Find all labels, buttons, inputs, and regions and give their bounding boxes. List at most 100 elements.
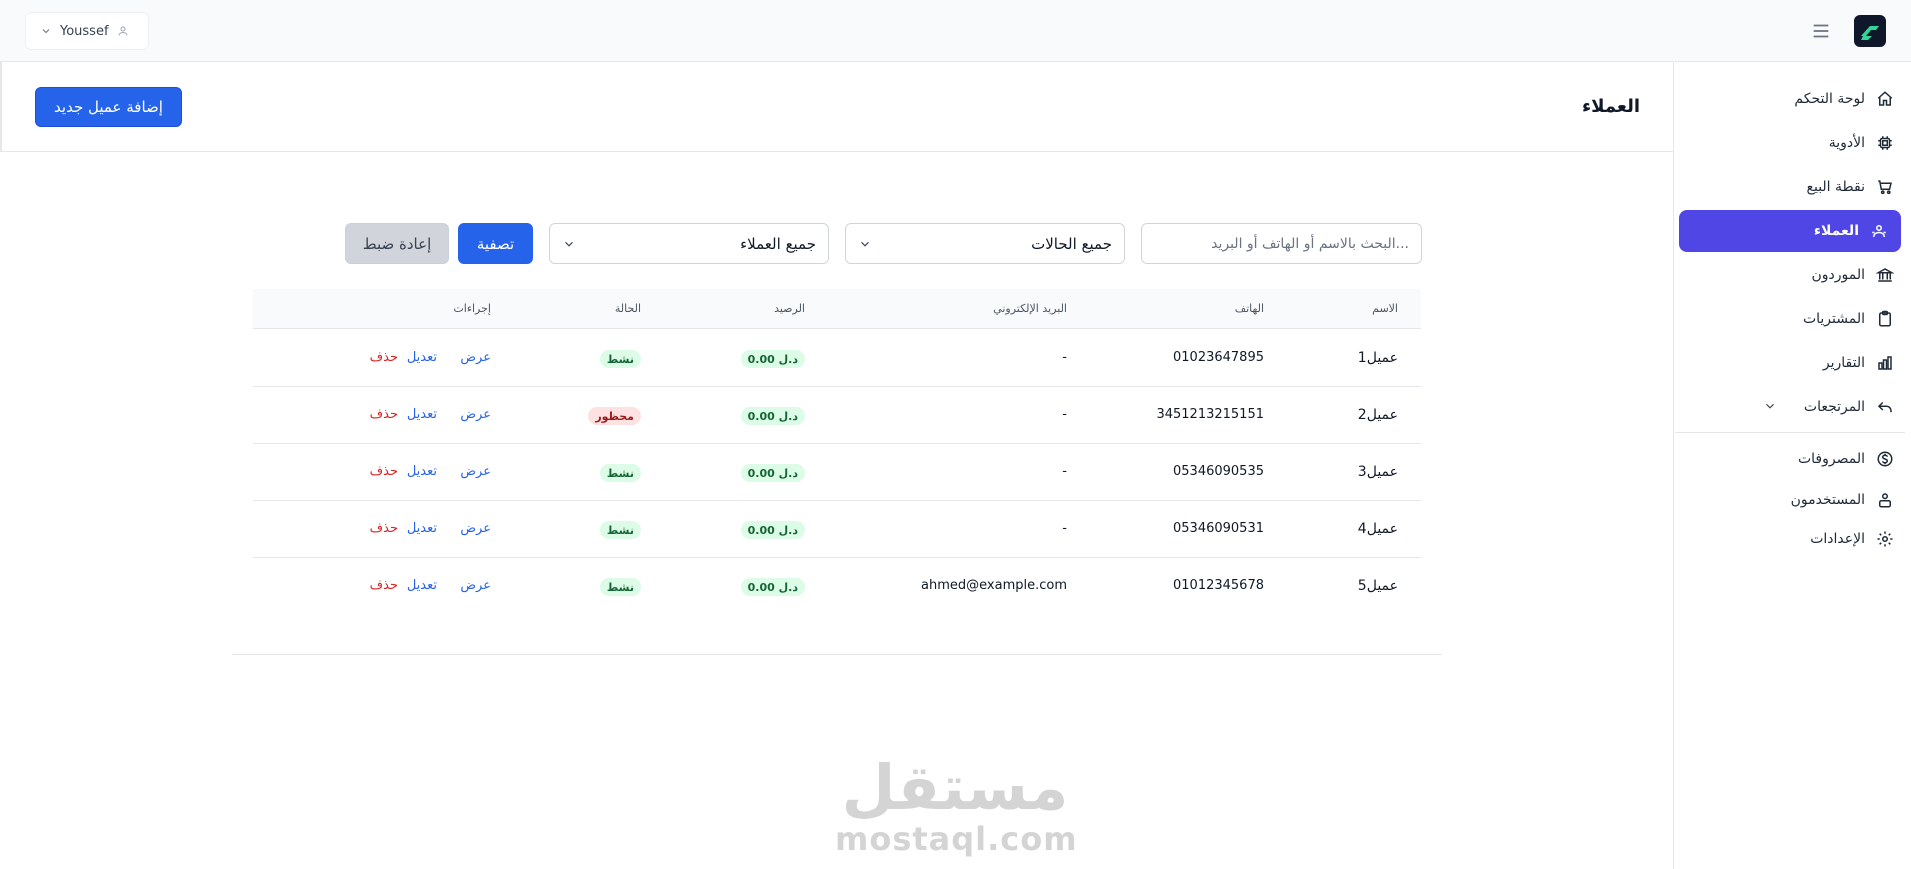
search-input[interactable]: البحث بالاسم أو الهاتف أو البريد... bbox=[1141, 223, 1422, 264]
view-link[interactable]: عرض bbox=[460, 407, 491, 422]
table-row: عميل1 01023647895 - 0.00 د.ل نشط عرض تعد… bbox=[253, 330, 1421, 387]
table-row: عميل3 05346090535 - 0.00 د.ل نشط عرض تعد… bbox=[253, 444, 1421, 501]
sidebar-item-pos[interactable]: نقطة البيع bbox=[1673, 166, 1895, 208]
view-link[interactable]: عرض bbox=[460, 578, 491, 593]
view-link[interactable]: عرض bbox=[460, 464, 491, 479]
undo-icon bbox=[1875, 397, 1895, 417]
view-link[interactable]: عرض bbox=[460, 521, 491, 536]
sidebar-item-medicines[interactable]: الأدوية bbox=[1673, 122, 1895, 164]
customer-phone: 05346090535 bbox=[1173, 464, 1264, 479]
column-header-email: البريد الإلكتروني bbox=[993, 302, 1067, 315]
customer-phone: 05346090531 bbox=[1173, 521, 1264, 536]
edit-link[interactable]: تعديل bbox=[407, 464, 437, 479]
sidebar-item-users[interactable]: المستخدمون bbox=[1673, 479, 1895, 521]
watermark-english: mostaql.com bbox=[835, 820, 1078, 858]
status-badge: محظور bbox=[588, 407, 641, 425]
customer-phone: 01023647895 bbox=[1173, 350, 1264, 365]
customer-email: - bbox=[1062, 464, 1067, 479]
balance-badge: 0.00 د.ل bbox=[740, 578, 805, 596]
sidebar-item-label: المرتجعات bbox=[1803, 399, 1865, 415]
sidebar-item-reports[interactable]: التقارير bbox=[1673, 342, 1895, 384]
status-badge: نشط bbox=[599, 350, 641, 368]
sidebar-item-settings[interactable]: الإعدادات bbox=[1673, 518, 1895, 560]
sidebar-item-expenses[interactable]: المصروفات bbox=[1673, 438, 1895, 480]
sidebar-item-label: المستخدمون bbox=[1790, 492, 1865, 508]
watermark-arabic: مستقل bbox=[841, 751, 1069, 824]
chevron-down-icon bbox=[861, 241, 869, 247]
status-badge: نشط bbox=[599, 578, 641, 596]
sidebar-item-label: نقطة البيع bbox=[1806, 179, 1865, 195]
customer-name: عميل5 bbox=[1357, 578, 1398, 594]
balance-badge: 0.00 د.ل bbox=[740, 521, 805, 539]
status-select[interactable]: جميع الحالات bbox=[845, 223, 1125, 264]
delete-link[interactable]: حذف bbox=[370, 521, 398, 536]
customer-phone: 01012345678 bbox=[1173, 578, 1264, 593]
customer-email: ahmed@example.com bbox=[921, 578, 1067, 593]
customer-name: عميل1 bbox=[1357, 350, 1398, 366]
app-logo[interactable] bbox=[1854, 15, 1886, 47]
home-icon bbox=[1875, 89, 1895, 109]
sidebar-item-label: المصروفات bbox=[1797, 451, 1865, 467]
customer-type-select[interactable]: جميع العملاء bbox=[549, 223, 829, 264]
filter-button[interactable]: تصفية bbox=[458, 223, 533, 264]
status-select-value: جميع الحالات bbox=[1031, 234, 1112, 253]
user-menu-button[interactable]: Youssef bbox=[25, 12, 149, 50]
table-row: عميل4 05346090531 - 0.00 د.ل نشط عرض تعد… bbox=[253, 501, 1421, 558]
sidebar-item-label: العملاء bbox=[1813, 223, 1859, 239]
bank-icon bbox=[1875, 265, 1895, 285]
delete-link[interactable]: حذف bbox=[370, 464, 398, 479]
column-header-status: الحالة bbox=[614, 302, 641, 315]
customer-email: - bbox=[1062, 521, 1067, 536]
view-link[interactable]: عرض bbox=[460, 350, 491, 365]
edit-link[interactable]: تعديل bbox=[407, 521, 437, 536]
chevron-down-icon[interactable] bbox=[1763, 399, 1777, 413]
delete-link[interactable]: حذف bbox=[370, 350, 398, 365]
cart-icon bbox=[1875, 177, 1895, 197]
customer-name: عميل4 bbox=[1357, 521, 1398, 537]
edit-link[interactable]: تعديل bbox=[407, 350, 437, 365]
delete-link[interactable]: حذف bbox=[370, 578, 398, 593]
sidebar: لوحة التحكم الأدوية نقطة البيع العملاء ا… bbox=[1673, 62, 1911, 869]
reset-button[interactable]: إعادة ضبط bbox=[345, 223, 449, 264]
sidebar-item-returns[interactable]: المرتجعات bbox=[1673, 386, 1895, 428]
customer-email: - bbox=[1062, 407, 1067, 422]
page-title: العملاء bbox=[1581, 96, 1640, 117]
chevron-down-icon bbox=[42, 29, 50, 34]
user-name: Youssef bbox=[60, 23, 109, 39]
balance-badge: 0.00 د.ل bbox=[740, 407, 805, 425]
sidebar-item-purchases[interactable]: المشتريات bbox=[1673, 298, 1895, 340]
sidebar-item-label: التقارير bbox=[1822, 355, 1865, 371]
delete-link[interactable]: حذف bbox=[370, 407, 398, 422]
column-header-phone: الهاتف bbox=[1234, 302, 1264, 315]
sidebar-item-label: الإعدادات bbox=[1810, 531, 1865, 547]
sidebar-item-suppliers[interactable]: الموردون bbox=[1673, 254, 1895, 296]
hamburger-menu-icon[interactable] bbox=[1810, 20, 1832, 42]
dollar-icon bbox=[1875, 449, 1895, 469]
table-row: عميل5 01012345678 ahmed@example.com 0.00… bbox=[253, 558, 1421, 615]
edit-link[interactable]: تعديل bbox=[407, 407, 437, 422]
sidebar-item-dashboard[interactable]: لوحة التحكم bbox=[1673, 78, 1895, 120]
chip-icon bbox=[1875, 133, 1895, 153]
gear-icon bbox=[1875, 529, 1895, 549]
customer-type-select-value: جميع العملاء bbox=[740, 234, 816, 253]
page-header: العملاء إضافة عميل جديد bbox=[0, 62, 1673, 152]
sidebar-item-label: المشتريات bbox=[1802, 311, 1865, 327]
watermark: مستقل mostaql.com bbox=[835, 751, 1078, 858]
sidebar-divider bbox=[1675, 432, 1905, 433]
edit-link[interactable]: تعديل bbox=[407, 578, 437, 593]
status-badge: نشط bbox=[599, 521, 641, 539]
table-row: عميل2 3451213215151 - 0.00 د.ل محظور عرض… bbox=[253, 387, 1421, 444]
add-customer-button[interactable]: إضافة عميل جديد bbox=[35, 87, 182, 127]
customer-email: - bbox=[1062, 350, 1067, 365]
users-icon bbox=[1869, 221, 1889, 241]
chart-icon bbox=[1875, 353, 1895, 373]
sidebar-item-label: لوحة التحكم bbox=[1794, 91, 1865, 107]
sidebar-item-customers[interactable]: العملاء bbox=[1679, 210, 1901, 252]
balance-badge: 0.00 د.ل bbox=[740, 350, 805, 368]
sidebar-item-label: الأدوية bbox=[1828, 135, 1865, 151]
sidebar-item-label: الموردون bbox=[1811, 267, 1865, 283]
status-badge: نشط bbox=[599, 464, 641, 482]
column-header-actions: إجراءات bbox=[453, 302, 491, 315]
chevron-down-icon bbox=[565, 241, 573, 247]
column-header-balance: الرصيد bbox=[774, 302, 805, 315]
